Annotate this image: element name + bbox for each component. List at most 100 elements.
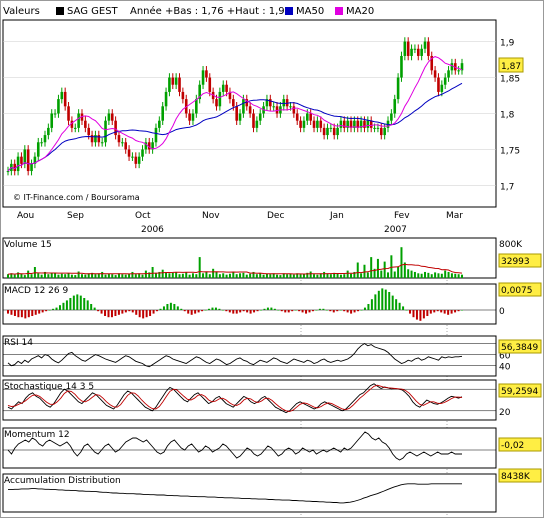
volume-bar xyxy=(454,273,457,278)
indicator-title: Volume 15 xyxy=(4,240,52,250)
candle-body xyxy=(201,70,205,85)
volume-bar xyxy=(27,270,30,278)
macd-bar xyxy=(384,289,387,310)
macd-bar xyxy=(131,310,134,313)
macd-bar xyxy=(270,307,273,310)
macd-bar xyxy=(149,310,152,316)
macd-bar xyxy=(436,310,439,312)
candle-body xyxy=(272,106,275,108)
macd-bar xyxy=(128,310,131,312)
stock-chart: Valeurs SAG GEST Année +Bas : 1,76 +Haut… xyxy=(0,0,544,518)
volume-y-tick: 800K xyxy=(499,240,523,250)
macd-bar xyxy=(332,310,335,313)
candle-body xyxy=(195,99,198,114)
volume-bar xyxy=(37,273,40,278)
volume-bar xyxy=(218,274,221,278)
macd-bar xyxy=(443,310,446,314)
candle-body xyxy=(369,120,373,128)
macd-bar xyxy=(135,310,138,315)
candle-body xyxy=(336,127,339,136)
volume-bar xyxy=(13,274,16,278)
volume-bar xyxy=(262,274,265,278)
macd-bar xyxy=(350,310,353,314)
indicator-panel: 800K Volume 15 32993 xyxy=(2,237,542,279)
macd-bar xyxy=(225,310,228,312)
candle-body xyxy=(168,77,171,92)
macd-bar xyxy=(426,310,429,316)
candle-body xyxy=(20,156,23,164)
indicator-panel-border xyxy=(2,237,497,279)
candle-body xyxy=(379,127,383,136)
volume-bar xyxy=(343,274,346,278)
macd-bar xyxy=(253,310,256,313)
volume-bar xyxy=(242,272,245,278)
candle-body xyxy=(403,41,407,56)
volume-bar xyxy=(222,273,225,278)
volume-bar xyxy=(366,272,369,278)
indicator-panel-border xyxy=(2,335,497,377)
volume-bar xyxy=(198,257,201,278)
macd-bar xyxy=(117,310,120,315)
price-last-badge: 1,87 xyxy=(498,57,524,73)
macd-bar xyxy=(201,310,204,312)
macd-bar xyxy=(97,310,100,312)
candle-body xyxy=(443,77,447,85)
x-month-label: Aou xyxy=(17,211,34,221)
candle-body xyxy=(73,127,77,129)
volume-bar xyxy=(259,273,262,278)
volume-bar xyxy=(74,275,77,278)
volume-bar xyxy=(356,262,359,278)
volume-bar xyxy=(279,275,282,278)
candle-body xyxy=(107,113,111,121)
price-panel: © IT-Finance.com / Boursorama 1,9 1,85 1,8… xyxy=(2,19,524,208)
volume-bar xyxy=(363,264,366,278)
candle-body xyxy=(390,113,393,121)
macd-bar xyxy=(142,310,145,319)
candle-body xyxy=(43,135,47,143)
macd-bar xyxy=(336,310,339,312)
x-month-label: Nov xyxy=(202,211,220,221)
volume-bar xyxy=(444,270,447,278)
indicator-title: MACD 12 26 9 xyxy=(4,286,68,296)
volume-bar xyxy=(420,273,423,278)
macd-bar xyxy=(83,298,86,310)
candle-body xyxy=(416,48,420,56)
volume-bar xyxy=(60,273,63,278)
candle-body xyxy=(127,149,131,157)
macd-bar xyxy=(183,310,186,312)
header-title: Valeurs xyxy=(3,6,40,17)
volume-bar xyxy=(151,267,154,278)
candle-body xyxy=(181,91,185,100)
macd-bar xyxy=(433,310,436,313)
indicator-y-tick: 20 xyxy=(499,408,511,418)
macd-bar xyxy=(346,310,349,313)
volume-bar xyxy=(239,273,242,278)
macd-bar xyxy=(7,310,9,314)
candle-body xyxy=(450,63,454,71)
volume-bar xyxy=(316,274,319,278)
macd-bar xyxy=(305,310,308,314)
volume-bar xyxy=(77,271,80,278)
macd-bar xyxy=(145,310,148,318)
indicator-last-value: 0,0075 xyxy=(501,286,533,296)
macd-bar xyxy=(308,310,311,313)
volume-bar xyxy=(47,274,50,278)
macd-bar xyxy=(419,310,422,321)
candle-body xyxy=(137,156,141,164)
indicator-last-value: -0,02 xyxy=(501,441,524,451)
candle-body xyxy=(255,120,259,128)
macd-bar xyxy=(232,310,235,314)
chart-credit: © IT-Finance.com / Boursorama xyxy=(13,193,140,202)
macd-bar xyxy=(377,290,380,310)
volume-bar xyxy=(178,274,181,278)
macd-bar xyxy=(72,295,75,310)
ma50-swatch xyxy=(285,7,293,15)
volume-bar xyxy=(70,274,73,278)
indicator-title: RSI 14 xyxy=(4,338,33,348)
macd-bar xyxy=(156,310,159,312)
macd-bar xyxy=(152,310,155,314)
candle-body xyxy=(6,171,10,173)
candle-body xyxy=(53,113,57,115)
x-year-label: 2007 xyxy=(384,225,407,235)
volume-bar xyxy=(350,273,353,278)
